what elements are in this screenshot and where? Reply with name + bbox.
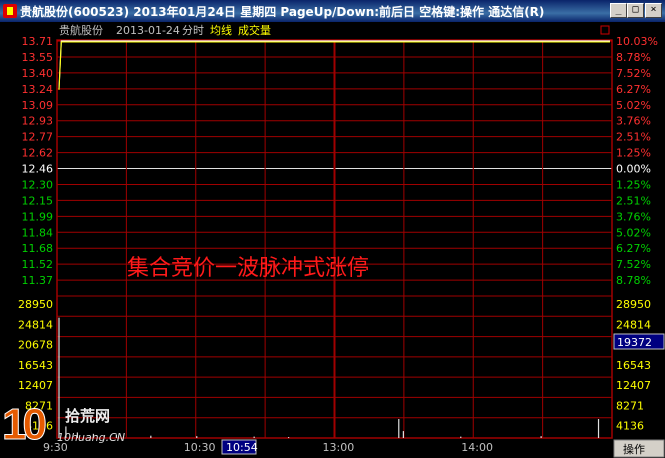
pct-tick-label: 8.78%: [616, 51, 651, 64]
price-axis: 13.71 13.55 13.40 13.24 13.09 12.93 12.77 12.62…: [18, 35, 53, 433]
watermark-name: 拾荒网: [65, 407, 111, 425]
price-tick-label: 11.37: [22, 274, 54, 287]
price-tick-label: 13.40: [22, 67, 54, 80]
pct-tick-label: 5.02%: [616, 226, 651, 239]
watermark: 10 拾荒网 10huang.CN: [0, 400, 150, 458]
pct-tick-label: 3.76%: [616, 210, 651, 223]
volume-tick-label-right: 16543: [616, 359, 651, 372]
price-tick-label: 12.30: [22, 178, 54, 191]
volume-tick-label-right: 4136: [616, 420, 644, 433]
price-tick-label: 13.71: [22, 35, 54, 48]
volume-tick-label-right: 8271: [616, 399, 644, 412]
price-tick-label: 13.55: [22, 51, 54, 64]
price-tick-label: 12.62: [22, 147, 54, 160]
volume-tick-label-left: 24814: [18, 318, 53, 331]
pct-tick-label: 7.52%: [616, 67, 651, 80]
pct-tick-label: 10.03%: [616, 35, 658, 48]
minimize-button[interactable]: _: [610, 3, 627, 18]
pct-tick-label: 3.76%: [616, 115, 651, 128]
window-title: 贵航股份(600523) 2013年01月24日 星期四 PageUp/Down…: [20, 5, 545, 19]
maximize-button[interactable]: □: [627, 3, 644, 18]
volume-tick-label-right: 12407: [616, 379, 651, 392]
header-mode: 分时: [182, 24, 204, 37]
header-stock-name: 贵航股份: [59, 23, 103, 37]
close-button[interactable]: ×: [645, 3, 662, 18]
header-volume[interactable]: 成交量: [238, 23, 271, 37]
pct-tick-label: 5.02%: [616, 99, 651, 112]
pct-tick-label: 1.25%: [616, 178, 651, 191]
header-avg-line[interactable]: 均线: [210, 23, 232, 37]
volume-tick-label-right: 24814: [616, 318, 651, 331]
price-tick-label: 13.09: [22, 99, 54, 112]
price-tick-label: 11.52: [22, 258, 54, 271]
price-tick-label: 12.93: [22, 115, 54, 128]
price-tick-label: 12.15: [22, 194, 54, 207]
volume-tick-label-left: 28950: [18, 298, 53, 311]
time-tick-label: 10:30: [184, 441, 216, 454]
price-tick-label: 11.84: [22, 226, 54, 239]
pct-tick-label: 0.00%: [616, 163, 651, 176]
cursor-time: 10:54: [226, 441, 258, 454]
intraday-chart[interactable]: 13.71 13.55 13.40 13.24 13.09 12.93 12.77 12.62…: [0, 22, 665, 458]
pct-tick-label: 2.51%: [616, 131, 651, 144]
title-bar: 贵航股份(600523) 2013年01月24日 星期四 PageUp/Down…: [0, 0, 665, 22]
time-tick-label: 14:00: [461, 441, 493, 454]
price-tick-label: 13.24: [22, 83, 54, 96]
volume-tick-label-right: 28950: [616, 298, 651, 311]
pct-tick-label: 6.27%: [616, 83, 651, 96]
volume-tick-label-left: 16543: [18, 359, 53, 372]
operate-button-label: 操作: [623, 442, 645, 456]
volume-readout: 19372: [617, 336, 652, 349]
price-tick-label: 12.46: [22, 163, 54, 176]
pct-tick-label: 2.51%: [616, 194, 651, 207]
watermark-url: 10huang.CN: [57, 431, 126, 444]
header-date: 2013-01-24: [116, 24, 180, 37]
pct-tick-label: 6.27%: [616, 242, 651, 255]
annotation-text: 集合竞价一波脉冲式涨停: [127, 256, 369, 281]
pct-axis: 10.03% 8.78% 7.52% 6.27% 5.02% 3.76% 2.51% 1.25…: [616, 35, 658, 433]
watermark-number: 10: [2, 400, 48, 450]
restore-icon[interactable]: [600, 25, 610, 35]
time-tick-label: 13:00: [323, 441, 355, 454]
app-icon[interactable]: [3, 4, 17, 18]
chart-header: 贵航股份 2013-01-24 分时 均线 成交量: [59, 23, 610, 37]
chart-grid: [56, 39, 613, 439]
price-tick-label: 12.77: [22, 131, 54, 144]
pct-tick-label: 1.25%: [616, 147, 651, 160]
pct-tick-label: 8.78%: [616, 274, 651, 287]
price-tick-label: 11.68: [22, 242, 54, 255]
pct-tick-label: 7.52%: [616, 258, 651, 271]
volume-tick-label-left: 20678: [18, 339, 53, 352]
volume-tick-label-left: 12407: [18, 379, 53, 392]
price-tick-label: 11.99: [22, 210, 54, 223]
